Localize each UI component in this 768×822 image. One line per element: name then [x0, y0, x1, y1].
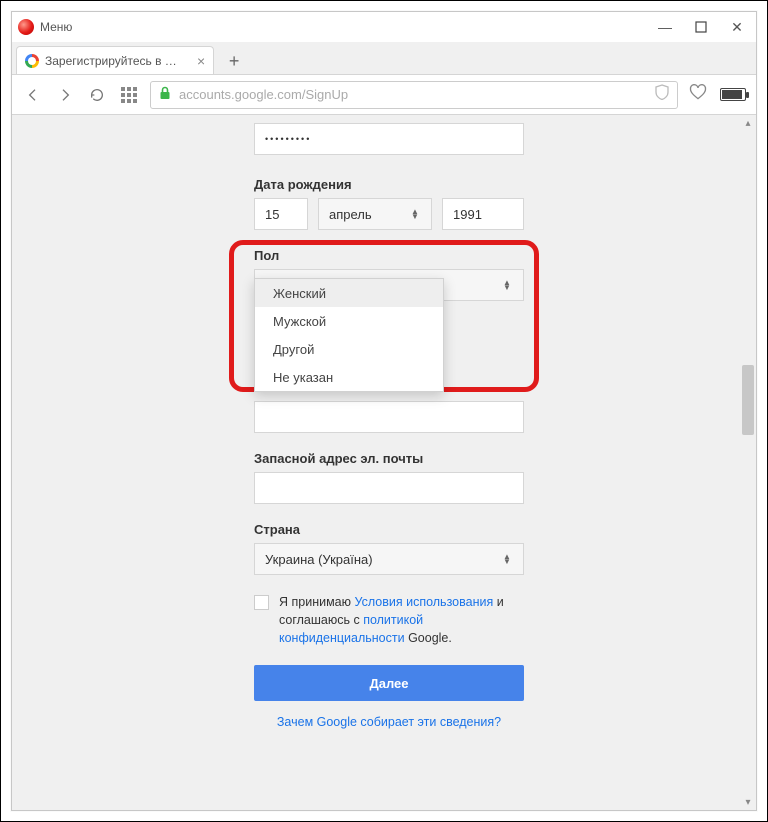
gender-option-male[interactable]: Мужской	[255, 307, 443, 335]
shield-icon[interactable]	[655, 84, 669, 105]
backup-email-group: Запасной адрес эл. почты	[254, 451, 524, 504]
dob-year-input[interactable]: 1991	[442, 198, 524, 230]
country-group: Страна Украина (Україна) ▲▼	[254, 522, 524, 575]
lock-icon	[159, 86, 171, 103]
dob-label: Дата рождения	[254, 177, 524, 192]
chevron-updown-icon: ▲▼	[411, 209, 421, 219]
dob-month-select[interactable]: апрель ▲▼	[318, 198, 432, 230]
agree-text: Я принимаю Условия использования и согла…	[279, 593, 524, 647]
maximize-button[interactable]	[694, 20, 708, 34]
country-label: Страна	[254, 522, 524, 537]
speed-dial-icon[interactable]	[118, 86, 140, 104]
phone-input[interactable]	[254, 401, 524, 433]
url-text: accounts.google.com/SignUp	[179, 87, 348, 102]
back-button[interactable]	[22, 84, 44, 106]
gender-group: Пол ▲▼ Женский Мужской Другой Не указан	[254, 248, 524, 301]
tab-close-icon[interactable]: ×	[197, 53, 205, 69]
heart-icon[interactable]	[688, 82, 708, 107]
backup-email-input[interactable]	[254, 472, 524, 504]
chevron-updown-icon: ▲▼	[503, 554, 513, 564]
why-collect-link[interactable]: Зачем Google собирает эти сведения?	[254, 713, 524, 731]
password-mask: •••••••••	[265, 134, 311, 144]
titlebar-menu-button[interactable]: Меню	[40, 20, 72, 34]
gender-option-unspecified[interactable]: Не указан	[255, 363, 443, 391]
password-field[interactable]: •••••••••	[254, 123, 524, 155]
minimize-button[interactable]: —	[658, 20, 672, 34]
reload-button[interactable]	[86, 84, 108, 106]
dob-day-input[interactable]: 15	[254, 198, 308, 230]
battery-icon	[720, 88, 746, 101]
terms-link[interactable]: Условия использования	[354, 595, 493, 609]
tab-active[interactable]: Зарегистрируйтесь в Goo ×	[16, 46, 214, 74]
new-tab-button[interactable]: +	[220, 48, 248, 74]
gender-option-other[interactable]: Другой	[255, 335, 443, 363]
backup-email-label: Запасной адрес эл. почты	[254, 451, 524, 466]
phone-group-hidden	[254, 401, 524, 433]
gender-label: Пол	[254, 248, 524, 263]
toolbar: accounts.google.com/SignUp	[12, 75, 756, 115]
close-button[interactable]: ✕	[730, 20, 744, 34]
chevron-updown-icon: ▲▼	[503, 280, 513, 290]
gender-dropdown: Женский Мужской Другой Не указан	[254, 278, 444, 392]
address-bar[interactable]: accounts.google.com/SignUp	[150, 81, 678, 109]
agree-row: Я принимаю Условия использования и согла…	[254, 593, 524, 647]
agree-checkbox[interactable]	[254, 595, 269, 610]
google-favicon-icon	[25, 54, 39, 68]
page-content: ▴ ▾ ••••••••• Дата рождения 15 апрель	[12, 115, 756, 810]
gender-option-female[interactable]: Женский	[255, 279, 443, 307]
titlebar: Меню — ✕	[12, 12, 756, 42]
tab-title: Зарегистрируйтесь в Goo	[45, 54, 185, 68]
forward-button[interactable]	[54, 84, 76, 106]
country-select[interactable]: Украина (Україна) ▲▼	[254, 543, 524, 575]
tabstrip: Зарегистрируйтесь в Goo × +	[12, 42, 756, 75]
submit-button[interactable]: Далее	[254, 665, 524, 701]
browser-window: Меню — ✕ Зарегистрируйтесь в Goo × +	[11, 11, 757, 811]
dob-group: Дата рождения 15 апрель ▲▼ 1991	[254, 177, 524, 230]
opera-logo-icon	[18, 19, 34, 35]
